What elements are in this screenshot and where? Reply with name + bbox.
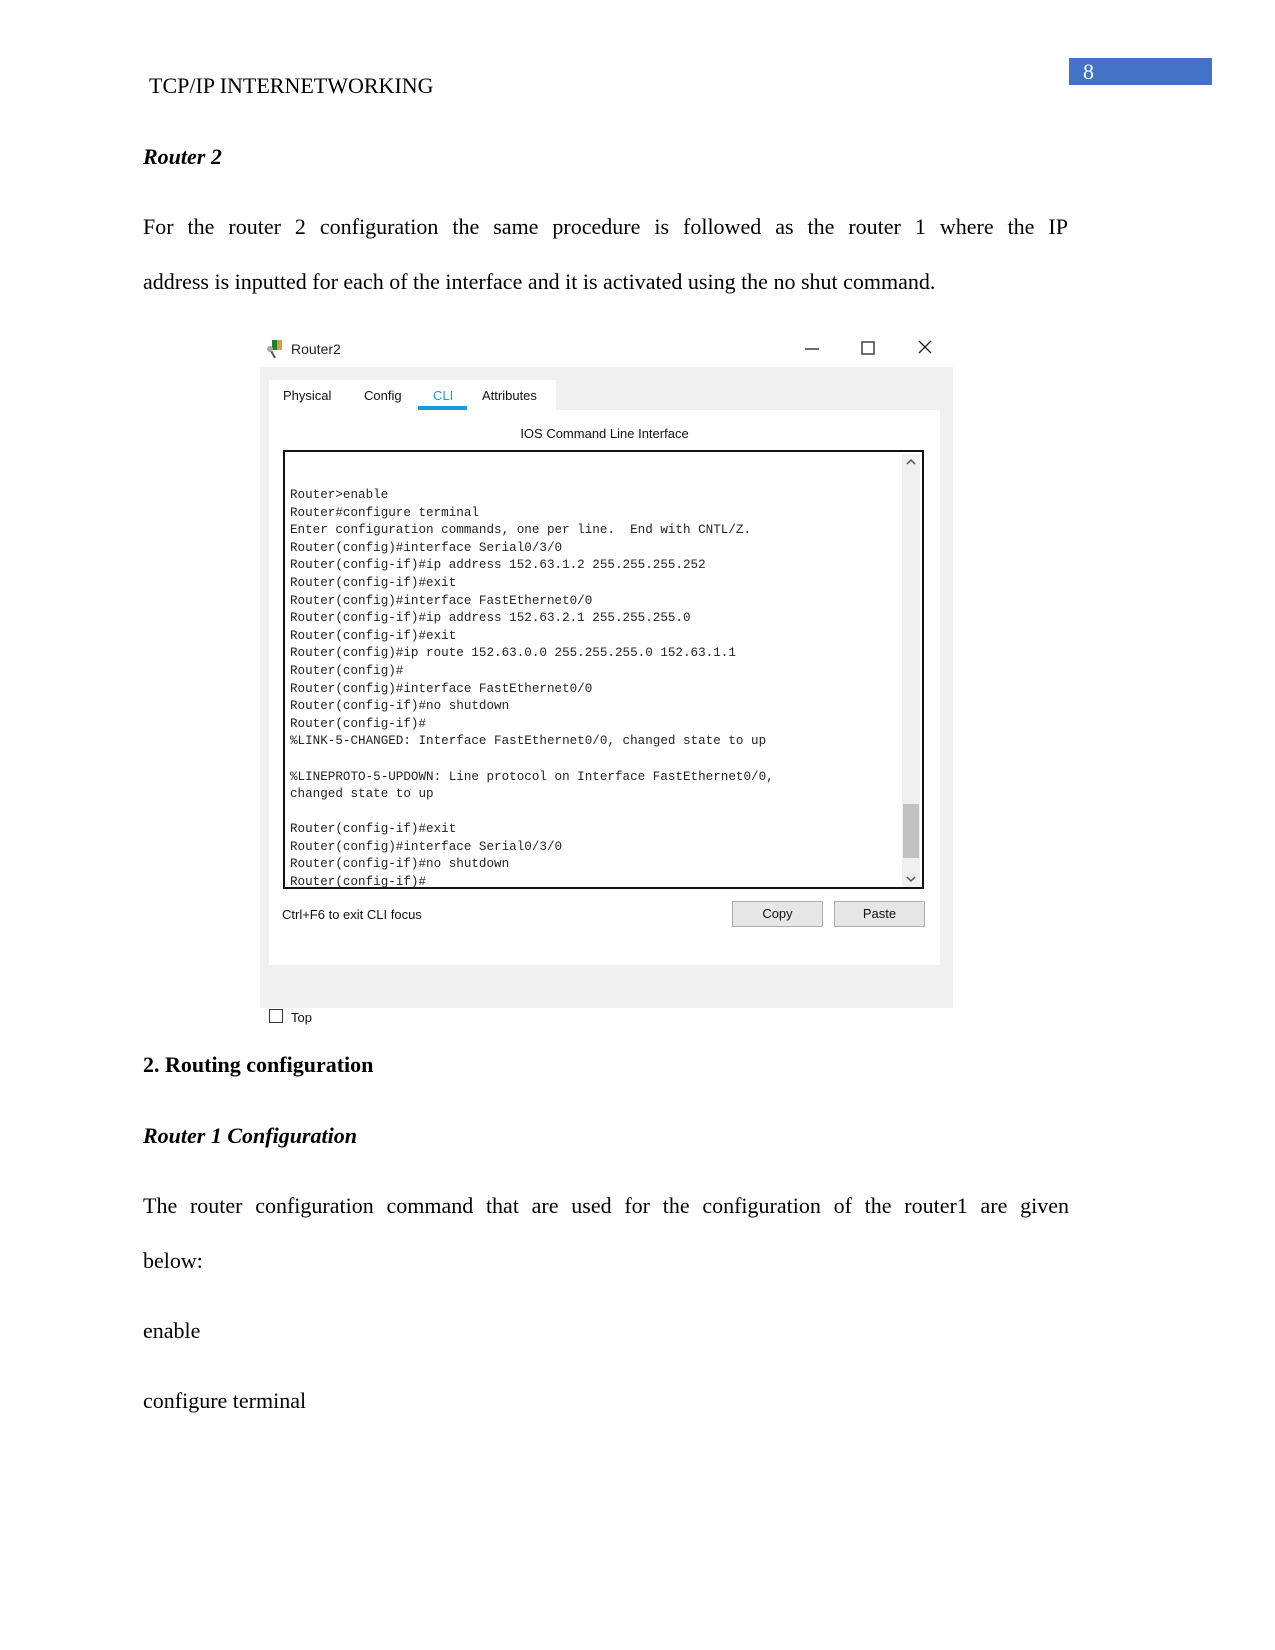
panel-title: IOS Command Line Interface (520, 426, 689, 441)
tab-physical[interactable]: Physical (283, 388, 331, 403)
tab-config[interactable]: Config (364, 388, 402, 403)
page-number-badge: 8 (1069, 58, 1212, 85)
router-app-icon (267, 340, 282, 359)
scrollbar[interactable] (902, 454, 920, 887)
paragraph-line: below: (143, 1248, 203, 1273)
section-heading: Router 2 (143, 144, 222, 169)
paste-button[interactable]: Paste (834, 901, 925, 927)
tab-bar: Physical Config CLI Attributes (269, 380, 556, 410)
window-title: Router2 (291, 341, 341, 357)
scrollbar-thumb[interactable] (903, 804, 919, 858)
maximize-icon[interactable] (860, 340, 876, 356)
top-checkbox-label: Top (291, 1010, 312, 1025)
top-checkbox[interactable] (269, 1009, 283, 1023)
command-line: configure terminal (143, 1388, 307, 1413)
running-header: TCP/IP INTERNETWORKING (149, 73, 434, 98)
close-icon[interactable] (917, 339, 933, 355)
tab-attributes[interactable]: Attributes (482, 388, 537, 403)
paragraph-line: address is inputted for each of the inte… (143, 269, 936, 294)
section-heading: 2. Routing configuration (143, 1052, 374, 1077)
paragraph-line: The router configuration command that ar… (143, 1193, 1069, 1218)
command-line: enable (143, 1318, 201, 1343)
document-page: TCP/IP INTERNETWORKING 8 Router 2 For th… (0, 0, 1275, 1650)
paragraph-line: For the router 2 configuration the same … (143, 214, 1068, 239)
window-body: Physical Config CLI Attributes IOS Comma… (260, 367, 953, 1025)
title-bar: Router2 (260, 333, 953, 366)
tab-cli[interactable]: CLI (433, 388, 453, 403)
cli-focus-hint: Ctrl+F6 to exit CLI focus (282, 907, 422, 922)
router2-window: Router2 Physical Config CLI Attributes I… (260, 333, 953, 1025)
copy-button[interactable]: Copy (732, 901, 823, 927)
minimize-icon[interactable] (804, 341, 820, 357)
terminal-output: Router>enable Router#configure terminal … (290, 488, 774, 890)
scroll-up-icon[interactable] (906, 458, 916, 466)
cli-terminal[interactable]: Router>enable Router#configure terminal … (283, 450, 924, 889)
subsection-heading: Router 1 Configuration (143, 1123, 357, 1148)
cli-panel: IOS Command Line Interface Router>enable… (269, 410, 940, 965)
scroll-down-icon[interactable] (906, 875, 916, 883)
